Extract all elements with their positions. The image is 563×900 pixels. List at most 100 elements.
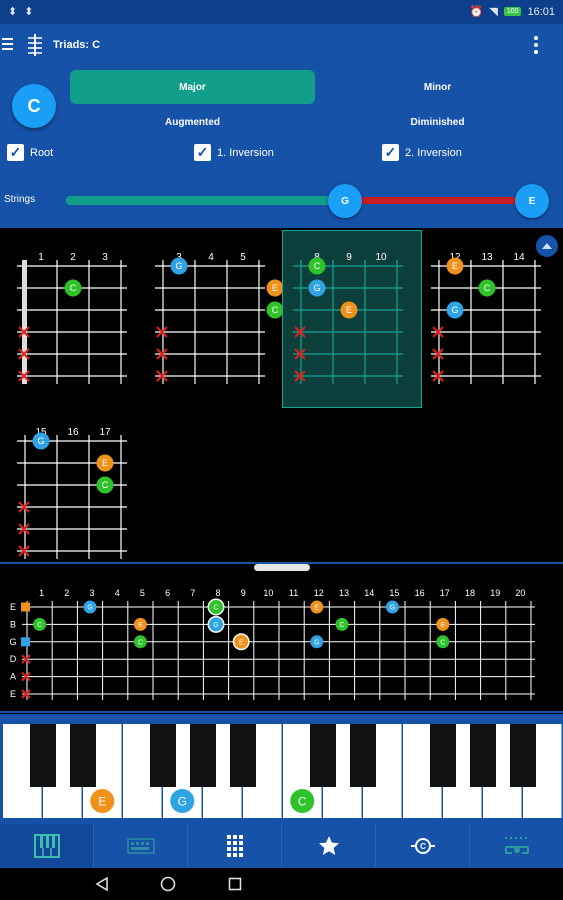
note-marker: C	[335, 617, 349, 631]
note-label: C	[339, 622, 344, 629]
black-key[interactable]	[230, 724, 256, 787]
check-icon[interactable]: ✓	[7, 144, 24, 161]
fret-number: 13	[339, 588, 349, 598]
fret-number: 16	[67, 427, 79, 438]
chord-controls: C Major Minor Augmented Diminished ✓ Roo…	[0, 68, 563, 228]
nav-strumming[interactable]	[470, 824, 563, 868]
root-checkbox-row[interactable]: ✓ Root	[7, 144, 53, 161]
fret-number: 4	[115, 588, 120, 598]
collapse-button[interactable]	[536, 235, 558, 257]
string-name: E	[10, 689, 16, 699]
fret-number: 8	[215, 588, 220, 598]
fret-number: 20	[515, 588, 525, 598]
battery-icon: 100	[503, 7, 522, 16]
first-inversion-checkbox-row[interactable]: ✓ 1. Inversion	[194, 144, 274, 161]
fret-number: 17	[99, 427, 111, 438]
note-label: E	[138, 622, 143, 629]
nav-favorites[interactable]	[282, 824, 376, 868]
note-marker: G	[170, 257, 188, 275]
note-marker: C	[478, 279, 496, 297]
fret-number: 3	[102, 252, 108, 263]
root-checkbox-label: Root	[30, 146, 54, 159]
note-marker: C	[133, 635, 147, 649]
recents-icon[interactable]	[228, 877, 242, 891]
black-key[interactable]	[350, 724, 376, 787]
note-marker: C	[436, 635, 450, 649]
note-marker: E	[446, 257, 464, 275]
black-key[interactable]	[150, 724, 176, 787]
fret-number: 7	[190, 588, 195, 598]
quality-diminished-button[interactable]: Diminished	[315, 108, 560, 136]
fret-number: 5	[240, 252, 246, 263]
nav-piano[interactable]	[0, 824, 94, 868]
note-label: E	[98, 794, 106, 808]
note-label: G	[37, 436, 44, 446]
note-marker: E	[436, 617, 450, 631]
note-marker: E	[96, 454, 114, 472]
string-name: G	[9, 637, 16, 647]
note-label: C	[213, 605, 218, 612]
fret-number: 11	[289, 588, 298, 598]
fret-number: 3	[89, 588, 94, 598]
overflow-menu-icon[interactable]	[533, 36, 539, 56]
chord-diagram[interactable]: 121314ECG	[421, 231, 559, 407]
wifi-icon: ◥	[489, 6, 498, 18]
black-key[interactable]	[310, 724, 336, 787]
chord-diagram[interactable]: 1 2 3 C	[7, 231, 145, 407]
note-marker: C	[64, 279, 82, 297]
quality-minor-button[interactable]: Minor	[315, 70, 560, 104]
black-key[interactable]	[190, 724, 216, 787]
note-marker: G	[170, 789, 195, 813]
nav-fret-grid[interactable]	[188, 824, 282, 868]
chord-diagram[interactable]: 151617GEC	[7, 406, 145, 582]
second-inversion-checkbox-row[interactable]: ✓ 2. Inversion	[382, 144, 462, 161]
note-label: G	[313, 283, 320, 293]
fretboard[interactable]: 1 2 3 4 5 6 7 8 9 10 11 12 13 14 15 16 17 18 19 20 E B G D A E G C E…	[0, 565, 563, 712]
fret-number: 19	[490, 588, 500, 598]
quality-augmented-button[interactable]: Augmented	[70, 108, 315, 136]
note-label: C	[272, 305, 279, 315]
note-label: G	[87, 605, 92, 612]
root-note-button[interactable]: C	[12, 84, 56, 128]
chord-target-icon: C	[410, 838, 435, 854]
fret-number: 18	[465, 588, 475, 598]
open-string-marker	[21, 637, 30, 647]
check-icon[interactable]: ✓	[382, 144, 399, 161]
black-key[interactable]	[430, 724, 456, 787]
note-label: E	[314, 605, 319, 612]
note-marker: C	[308, 257, 326, 275]
note-label: G	[178, 794, 187, 808]
quality-major-button[interactable]: Major	[70, 70, 315, 104]
strings-slider-to-thumb[interactable]: E	[515, 184, 549, 218]
chord-diagram[interactable]: 345GEC	[145, 231, 283, 407]
status-time: 16:01	[527, 5, 555, 18]
note-label: E	[440, 622, 445, 629]
back-icon[interactable]	[95, 877, 109, 891]
note-label: C	[314, 261, 321, 271]
black-key[interactable]	[30, 724, 56, 787]
note-marker: E	[340, 301, 358, 319]
note-marker: C	[266, 301, 283, 319]
black-key[interactable]	[510, 724, 536, 787]
fret-number: 6	[165, 588, 170, 598]
note-label: E	[239, 639, 244, 646]
strings-slider-from-thumb[interactable]: G	[328, 184, 362, 218]
nav-chord-target[interactable]: C	[376, 824, 470, 868]
fret-number: 13	[481, 252, 493, 263]
black-key[interactable]	[70, 724, 96, 787]
chord-diagram-selected[interactable]: 8910CGE	[282, 230, 422, 408]
note-label: E	[346, 305, 352, 315]
check-icon[interactable]: ✓	[194, 144, 211, 161]
nav-keyboard-layout[interactable]	[94, 824, 188, 868]
fret-number: 2	[64, 588, 69, 598]
panel-divider	[0, 711, 563, 713]
chevron-up-icon	[542, 243, 552, 249]
strings-slider-range[interactable]	[346, 197, 532, 204]
black-key[interactable]	[470, 724, 496, 787]
menu-icon[interactable]	[2, 38, 13, 50]
chord-diagrams-panel: 123C 345GEC 8910CGE 121314ECG 151617GEC	[0, 228, 563, 563]
fret-number: 4	[208, 252, 214, 263]
home-icon[interactable]	[160, 876, 176, 892]
piano-keyboard[interactable]: EGC	[0, 714, 563, 824]
strings-slider-track[interactable]	[66, 196, 346, 205]
